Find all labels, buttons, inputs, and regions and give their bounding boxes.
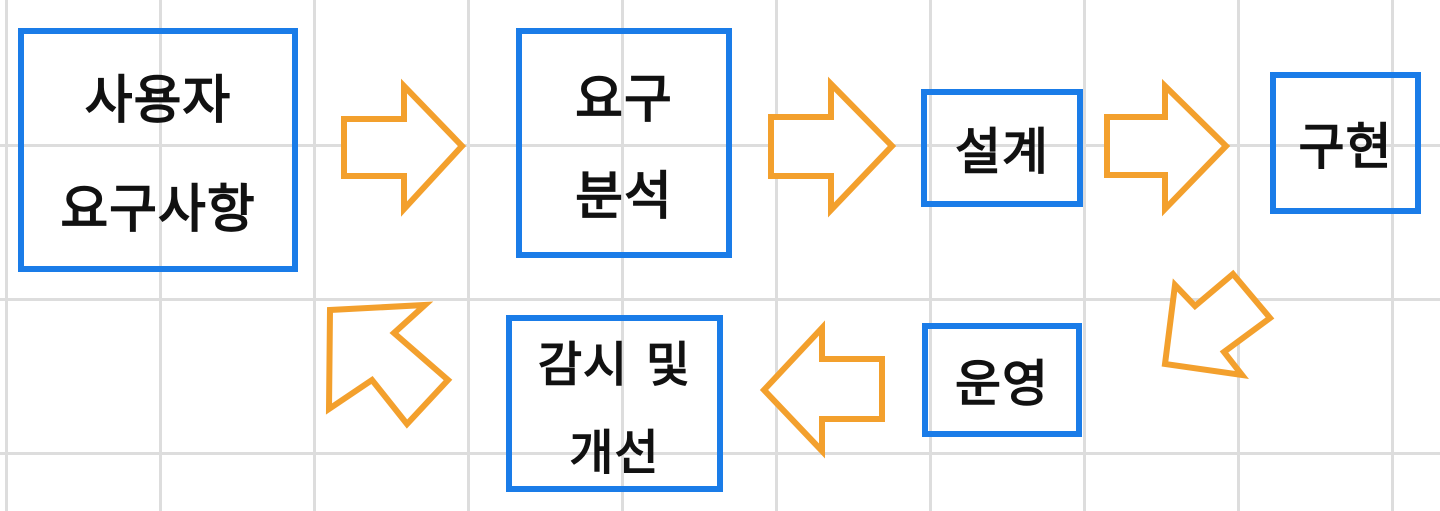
- arrow-down-left-implementation-to-operation: [1161, 269, 1275, 380]
- flow-arrows: [325, 76, 1275, 459]
- arrow-up-left-monitoring-to-requirements: [325, 301, 453, 429]
- arrow-right-requirements-to-analysis: [341, 78, 467, 217]
- arrow-left-operation-to-monitoring: [759, 320, 885, 459]
- arrow-right-analysis-to-design: [768, 76, 897, 218]
- arrow-right-design-to-implementation: [1104, 78, 1231, 217]
